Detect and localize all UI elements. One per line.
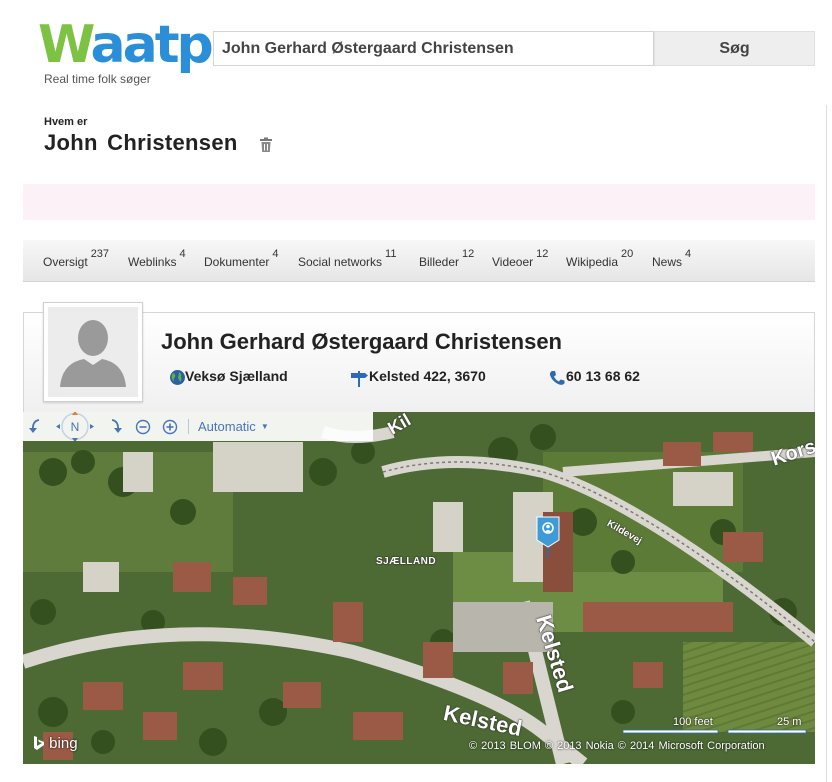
trash-icon[interactable]	[259, 137, 273, 153]
tab-bar: Oversigt237 Weblinks4 Dokumenter4 Social…	[23, 240, 815, 282]
address-text: Kelsted 422, 3670	[369, 368, 486, 384]
tab-weblinks[interactable]: Weblinks4	[128, 248, 186, 269]
city-text: Veksø Sjælland	[185, 368, 288, 384]
avatar	[43, 302, 143, 402]
search-input[interactable]	[213, 31, 654, 66]
map-label-area: SJÆLLAND	[376, 556, 437, 567]
signpost-icon	[351, 371, 368, 387]
notice-bar	[23, 184, 815, 220]
tab-label: Oversigt	[43, 255, 88, 269]
tab-count: 237	[90, 248, 110, 260]
rotate-right-icon[interactable]	[109, 418, 123, 434]
tab-social-networks[interactable]: Social networks11	[298, 248, 397, 269]
aerial-map-image	[23, 412, 815, 764]
logo-letters: aatp	[90, 15, 214, 75]
chevron-down-icon: ▼	[260, 422, 269, 431]
person-silhouette-icon	[48, 307, 138, 397]
zoom-out-icon[interactable]	[135, 419, 151, 435]
tab-count: 11	[385, 248, 397, 260]
tab-wikipedia[interactable]: Wikipedia20	[566, 248, 634, 269]
toolbar-divider	[188, 419, 189, 434]
map[interactable]: Kil Kors Kildevej SJÆLLAND Kelsted Kelst…	[23, 412, 815, 764]
tab-billeder[interactable]: Billeder12	[419, 248, 475, 269]
scale-meters: 25 m	[777, 716, 802, 728]
tab-label: Videoer	[492, 255, 534, 269]
tab-dokumenter[interactable]: Dokumenter4	[204, 248, 279, 269]
tab-count: 12	[462, 248, 475, 260]
tab-count: 4	[685, 248, 692, 260]
tab-label: Social networks	[298, 255, 383, 269]
map-mode-label: Automatic	[198, 419, 256, 434]
compass-north-label: N	[71, 420, 80, 434]
search-button[interactable]: Søg	[654, 31, 815, 66]
map-mode-dropdown[interactable]: Automatic ▼	[198, 419, 269, 434]
tab-label: Dokumenter	[204, 255, 270, 269]
bing-b-icon	[34, 736, 44, 750]
tab-count: 12	[536, 248, 549, 260]
page-divider	[826, 105, 827, 782]
tab-label: News	[652, 255, 683, 269]
waatp-logo[interactable]: Waatp Real time folk søger	[38, 14, 214, 86]
bing-wordmark: bing	[49, 735, 78, 752]
scale-feet: 100 feet	[673, 716, 713, 728]
tab-label: Billeder	[419, 255, 460, 269]
tab-oversigt[interactable]: Oversigt237	[43, 248, 110, 269]
address-info: Kelsted 422, 3670	[349, 368, 509, 387]
tab-count: 20	[621, 248, 634, 260]
logo-letter-w: W	[38, 15, 93, 75]
location-pin-icon[interactable]	[536, 515, 560, 557]
phone-icon	[549, 371, 565, 385]
phone-text: 60 13 68 62	[566, 368, 640, 384]
compass-icon[interactable]: N	[52, 412, 98, 441]
bing-logo[interactable]: bing	[33, 734, 78, 752]
profile-full-name: John Gerhard Østergaard Christensen	[161, 329, 562, 354]
avatar-placeholder	[48, 307, 138, 397]
tab-label: Wikipedia	[566, 255, 619, 269]
phone-info[interactable]: 60 13 68 62	[548, 368, 658, 386]
city-info: Veksø Sjælland	[169, 368, 309, 386]
tab-label: Weblinks	[128, 255, 177, 269]
map-scale-bar	[623, 729, 807, 734]
logo-wordmark: Waatp	[38, 14, 214, 76]
logo-tagline: Real time folk søger	[44, 72, 151, 86]
map-toolbar: N Automatic ▼	[23, 412, 373, 441]
map-copyright: © 2013 BLOM © 2013 Nokia © 2014 Microsof…	[469, 740, 765, 752]
globe-icon	[170, 370, 185, 385]
page-title: John Christensen	[44, 130, 238, 155]
profile-eyebrow: Hvem er	[44, 116, 88, 128]
rotate-left-icon[interactable]	[28, 418, 42, 434]
zoom-in-icon[interactable]	[162, 419, 178, 435]
tab-videoer[interactable]: Videoer12	[492, 248, 549, 269]
tab-count: 4	[272, 248, 279, 260]
tab-count: 4	[179, 248, 186, 260]
tab-news[interactable]: News4	[652, 248, 692, 269]
